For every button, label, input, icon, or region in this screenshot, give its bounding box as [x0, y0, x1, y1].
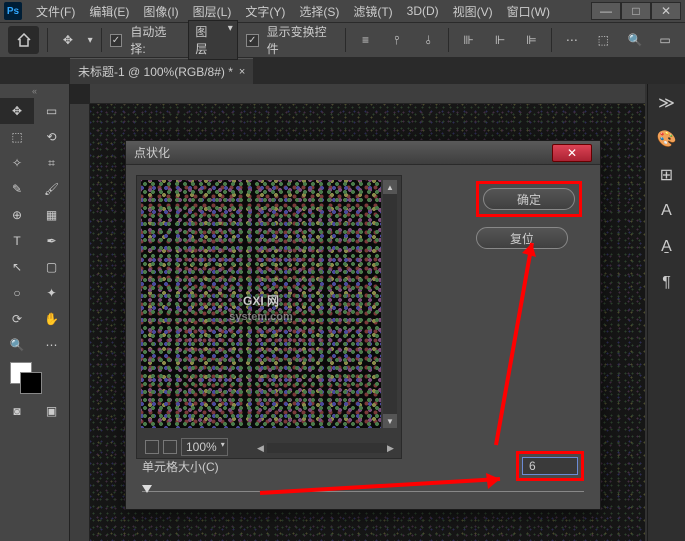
move-tool[interactable]: ✥ [0, 98, 34, 124]
annotation-arrow-ok [484, 229, 544, 449]
type-tool[interactable]: T [0, 228, 34, 254]
screen-mode-tool[interactable]: ▣ [35, 398, 69, 424]
artboard-tool[interactable]: ▭ [35, 98, 69, 124]
edit-toolbar[interactable]: ⋯ [35, 332, 69, 358]
highlight-cell-input [516, 451, 584, 481]
preview-vertical-scrollbar[interactable]: ▲ ▼ [383, 180, 397, 428]
paragraph-panel-icon[interactable]: ¶ [654, 270, 680, 296]
menu-view[interactable]: 视图(V) [447, 1, 499, 22]
zoom-tool[interactable]: 🔍 [0, 332, 34, 358]
show-transform-label: 显示变换控件 [267, 23, 337, 57]
path-select-tool[interactable]: ↖ [0, 254, 34, 280]
window-controls: — □ ✕ [591, 2, 681, 20]
align-icon[interactable]: ≡ [354, 28, 377, 52]
character-panel-icon[interactable]: A [654, 198, 680, 224]
shape-tool[interactable]: ▢ [35, 254, 69, 280]
cell-size-field[interactable] [529, 458, 571, 474]
reset-button[interactable]: 复位 [476, 227, 568, 249]
minimize-button[interactable]: — [591, 2, 621, 20]
crop-tool[interactable]: ⌗ [35, 150, 69, 176]
auto-select-checkbox[interactable] [110, 34, 123, 47]
ps-logo: Ps [4, 2, 22, 20]
scroll-down-icon[interactable]: ▼ [383, 414, 397, 428]
highlight-ok: 确定 [476, 181, 582, 217]
swatches-panel-icon[interactable]: ⊞ [654, 162, 680, 188]
lasso-tool[interactable]: ⟲ [35, 124, 69, 150]
ellipse-tool[interactable]: ○ [0, 280, 34, 306]
align-icon[interactable]: ⫯ [385, 28, 408, 52]
filter-preview[interactable]: GXI 网 system.com [141, 180, 381, 428]
show-transform-checkbox[interactable] [246, 34, 259, 47]
3d-mode-icon[interactable]: ⬚ [592, 28, 615, 52]
workspace-icon[interactable]: ▭ [653, 28, 677, 52]
tools-panel: « ✥ ▭ ⬚ ⟲ ✧ ⌗ ✎ 🖌 ⊕ ▦ T ✒ ↖ ▢ ○ ✦ ⟳ ✋ 🔍 … [0, 84, 70, 541]
ok-button[interactable]: 确定 [483, 188, 575, 210]
menu-select[interactable]: 选择(S) [293, 1, 345, 22]
distribute-icon[interactable]: ⊪ [457, 28, 480, 52]
maximize-button[interactable]: □ [621, 2, 651, 20]
cell-size-input[interactable] [522, 457, 578, 475]
auto-select-label: 自动选择: [130, 23, 180, 57]
expand-dock-icon[interactable]: ≫ [654, 90, 680, 116]
magic-wand-tool[interactable]: ✧ [0, 150, 34, 176]
slider-thumb[interactable] [142, 485, 152, 493]
menu-filter[interactable]: 滤镜(T) [347, 1, 398, 22]
align-icon[interactable]: ⫰ [417, 28, 440, 52]
close-window-button[interactable]: ✕ [651, 2, 681, 20]
collapse-tools-icon[interactable]: « [0, 84, 69, 98]
close-tab-icon[interactable]: × [239, 66, 245, 78]
separator [448, 28, 449, 52]
cell-size-label: 单元格大小(C) [142, 458, 219, 475]
rotate-view-tool[interactable]: ⟳ [0, 306, 34, 332]
dialog-close-button[interactable]: ✕ [552, 144, 592, 162]
menu-3d[interactable]: 3D(D) [401, 2, 445, 20]
distribute-icon[interactable]: ⊩ [488, 28, 511, 52]
separator [47, 28, 48, 52]
auto-select-dropdown[interactable]: 图层 [188, 20, 237, 60]
more-icon[interactable]: ⋯ [560, 28, 583, 52]
menu-layer[interactable]: 图层(L) [187, 1, 238, 22]
dialog-title: 点状化 [134, 144, 170, 161]
ruler-horizontal[interactable] [90, 84, 645, 104]
move-tool-icon[interactable]: ✥ [56, 28, 79, 52]
document-tab-title: 未标题-1 @ 100%(RGB/8#) * [78, 63, 233, 80]
menu-image[interactable]: 图像(I) [137, 1, 184, 22]
color-panel-icon[interactable]: 🎨 [654, 126, 680, 152]
eyedropper-tool[interactable]: ✎ [0, 176, 34, 202]
background-color[interactable] [20, 372, 42, 394]
pen-tool[interactable]: ✒ [35, 228, 69, 254]
clone-tool[interactable]: ⊕ [0, 202, 34, 228]
document-tab-bar: 未标题-1 @ 100%(RGB/8#) * × [0, 58, 685, 84]
dialog-titlebar[interactable]: 点状化 ✕ [126, 141, 600, 165]
menu-edit[interactable]: 编辑(E) [83, 1, 135, 22]
custom-shape-tool[interactable]: ✦ [35, 280, 69, 306]
glyphs-panel-icon[interactable]: A̱ [654, 234, 680, 260]
menu-type[interactable]: 文字(Y) [239, 1, 291, 22]
document-tab[interactable]: 未标题-1 @ 100%(RGB/8#) * × [70, 58, 253, 84]
hand-tool[interactable]: ✋ [35, 306, 69, 332]
cell-size-slider[interactable] [142, 487, 584, 497]
home-button[interactable] [8, 26, 39, 54]
preview-area: GXI 网 system.com ▲ ▼ 100% ◀ ▶ [136, 175, 402, 459]
marquee-tool[interactable]: ⬚ [0, 124, 34, 150]
ruler-vertical[interactable] [70, 104, 90, 541]
scroll-up-icon[interactable]: ▲ [383, 180, 397, 194]
separator [101, 28, 102, 52]
menu-file[interactable]: 文件(F) [30, 1, 81, 22]
separator [345, 28, 346, 52]
watermark: GXI 网 system.com [229, 285, 293, 323]
brush-tool[interactable]: 🖌 [35, 176, 69, 202]
quick-mask-tool[interactable]: ◙ [0, 398, 34, 424]
search-icon[interactable]: 🔍 [623, 28, 647, 52]
color-swatches[interactable] [0, 358, 69, 398]
options-bar: ✥ ▾ 自动选择: 图层 显示变换控件 ≡ ⫯ ⫰ ⊪ ⊩ ⊫ ⋯ ⬚ 🔍 ▭ [0, 22, 685, 58]
menu-window[interactable]: 窗口(W) [501, 1, 556, 22]
gradient-tool[interactable]: ▦ [35, 202, 69, 228]
separator [551, 28, 552, 52]
distribute-icon[interactable]: ⊫ [520, 28, 543, 52]
pointillize-dialog: 点状化 ✕ GXI 网 system.com ▲ ▼ 100% ◀ [125, 140, 601, 510]
right-dock: ≫ 🎨 ⊞ A A̱ ¶ [647, 84, 685, 541]
home-icon [16, 33, 32, 47]
menu-bar: Ps 文件(F) 编辑(E) 图像(I) 图层(L) 文字(Y) 选择(S) 滤… [0, 0, 685, 22]
